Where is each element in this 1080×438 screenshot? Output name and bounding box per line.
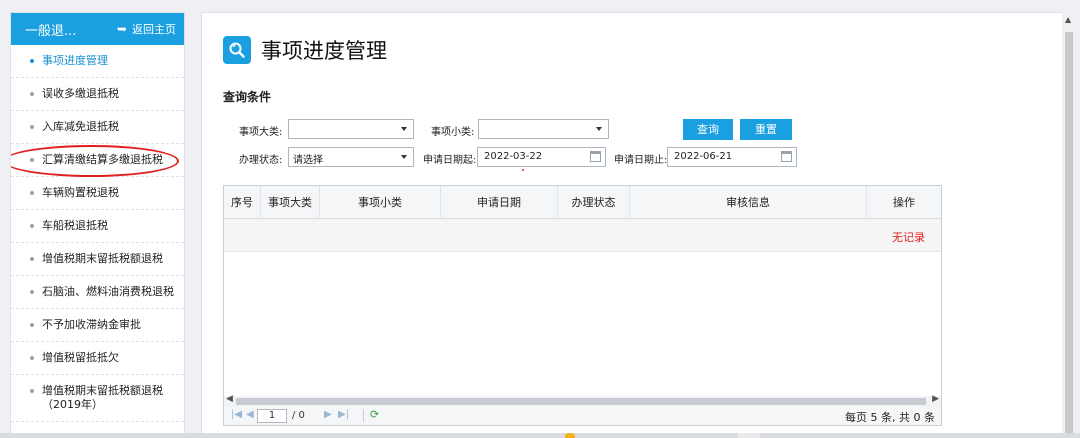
column-header-actions: 操作 (893, 196, 915, 209)
sidebar-item-vat-credit-refund[interactable]: 增值税期末留抵税额退税 (11, 243, 184, 276)
sidebar-item-vessel-tax-refund[interactable]: 车船税退抵税 (11, 210, 184, 243)
query-button[interactable]: 查询 (683, 119, 733, 140)
page-header: 事项进度管理 (223, 35, 387, 65)
page-number-input[interactable]: 1 (257, 409, 287, 423)
category-select[interactable] (288, 119, 414, 139)
bullet-icon (30, 92, 34, 96)
calendar-icon[interactable] (590, 151, 601, 162)
category-label: 事项大类: (239, 127, 283, 138)
date-from-label: 申请日期起: (423, 155, 477, 166)
scroll-up-icon[interactable]: ▲ (1065, 15, 1071, 24)
vertical-scrollbar[interactable]: ▲ (1062, 12, 1076, 438)
bullet-icon (30, 224, 34, 228)
subcategory-select[interactable] (478, 119, 609, 139)
horizontal-scrollbar[interactable]: ◀ ▶ (224, 394, 941, 407)
date-to-field[interactable]: 2022-06-21 (667, 147, 797, 167)
date-to-label: 申请日期止: (614, 155, 668, 166)
chevron-down-icon (401, 155, 407, 159)
status-label: 办理状态: (239, 155, 283, 166)
sidebar-item-label: 事项进度管理 (42, 54, 108, 67)
sidebar-item-vehicle-purchase-tax-refund[interactable]: 车辆购置税退税 (11, 177, 184, 210)
bullet-icon (30, 323, 34, 327)
sidebar-item-label: 车船税退抵税 (42, 219, 108, 232)
sidebar-item-annual-settlement-refund[interactable]: 汇算清缴结算多缴退抵税 (11, 144, 184, 177)
subcategory-label: 事项小类: (431, 127, 475, 138)
pagination-bar: |◀ ◀ 1 / 0 ▶ ▶| ⟳ 每页 5 条, 共 0 条 (224, 407, 941, 425)
back-arrow-icon: ➥ (116, 22, 127, 36)
sidebar-item-label: 增值税留抵抵欠 (42, 351, 119, 364)
bullet-icon (30, 257, 34, 261)
status-select-value: 请选择 (293, 155, 323, 166)
empty-row: 无记录 (224, 219, 941, 252)
required-marker (522, 169, 524, 171)
back-home-button[interactable]: ➥ 返回主页 (117, 21, 176, 37)
back-home-label: 返回主页 (132, 23, 176, 36)
sidebar-item-late-fee-exemption[interactable]: 不予加收滞纳金审批 (11, 309, 184, 342)
sidebar-item-vat-credit-offset[interactable]: 增值税留抵抵欠 (11, 342, 184, 375)
sidebar-item-fuel-consumption-tax-refund[interactable]: 石脑油、燃料油消费税退税 (11, 276, 184, 309)
bullet-icon (30, 158, 34, 162)
column-header-apply-date: 申请日期 (441, 186, 558, 219)
sidebar-item-label: 误收多缴退抵税 (42, 87, 119, 100)
query-section-label: 查询条件 (223, 90, 272, 104)
sidebar-item-label: 增值税期末留抵税额退税 (42, 252, 163, 265)
bullet-icon (30, 356, 34, 360)
sidebar-title: 一般退... (25, 23, 77, 39)
column-header-index: 序号 (224, 186, 261, 219)
sidebar-item-label: 入库减免退抵税 (42, 120, 119, 133)
column-header-review-info: 审核信息 (630, 186, 867, 219)
chevron-down-icon (596, 127, 602, 131)
search-icon (223, 36, 251, 64)
scrollbar-thumb[interactable] (1065, 32, 1073, 436)
sidebar-item-label: 不予加收滞纳金审批 (42, 318, 141, 331)
taskbar-app-icon[interactable] (565, 433, 575, 438)
sidebar-item-vat-credit-refund-2019[interactable]: 增值税期末留抵税额退税（2019年） (11, 375, 184, 422)
status-select[interactable]: 请选择 (288, 147, 414, 167)
date-to-value: 2022-06-21 (674, 151, 733, 162)
page-total: / 0 (292, 410, 305, 421)
table-header: 序号 事项大类 事项小类 申请日期 办理状态 审核信息 操作 (224, 186, 941, 219)
bullet-icon (30, 290, 34, 294)
sidebar-item-label: 增值税期末留抵税额退税（2019年） (42, 384, 163, 411)
reset-button[interactable]: 重置 (740, 119, 792, 140)
no-record-text: 无记录 (892, 231, 925, 244)
scroll-left-icon[interactable]: ◀ (226, 394, 233, 404)
column-header-category: 事项大类 (261, 186, 320, 219)
bullet-icon (30, 389, 34, 393)
calendar-icon[interactable] (781, 151, 792, 162)
sidebar-item-overpaid-refund[interactable]: 误收多缴退抵税 (11, 78, 184, 111)
bullet-icon (30, 125, 34, 129)
prev-page-icon[interactable]: ◀ (246, 409, 254, 420)
next-page-icon[interactable]: ▶ (324, 409, 332, 420)
sidebar-header: 一般退... ➥ 返回主页 (11, 13, 184, 45)
taskbar-strip (0, 433, 1080, 438)
sidebar-item-exemption-refund[interactable]: 入库减免退抵税 (11, 111, 184, 144)
page-title: 事项进度管理 (261, 39, 387, 63)
sidebar: 一般退... ➥ 返回主页 事项进度管理 误收多缴退抵税 入库减免退抵税 汇算清… (10, 12, 185, 438)
taskbar-app-icon[interactable] (738, 433, 760, 438)
scrollbar-thumb[interactable] (236, 398, 926, 405)
column-header-status: 办理状态 (558, 186, 630, 219)
first-page-icon[interactable]: |◀ (231, 409, 242, 420)
date-from-value: 2022-03-22 (484, 151, 543, 162)
date-from-field[interactable]: 2022-03-22 (477, 147, 606, 167)
sidebar-item-label: 汇算清缴结算多缴退抵税 (42, 153, 163, 166)
pager-divider (363, 409, 364, 422)
bullet-icon (30, 191, 34, 195)
results-table: 序号 事项大类 事项小类 申请日期 办理状态 审核信息 操作 无记录 ◀ ▶ |… (223, 185, 942, 426)
sidebar-item-label: 石脑油、燃料油消费税退税 (42, 285, 174, 298)
sidebar-menu: 事项进度管理 误收多缴退抵税 入库减免退抵税 汇算清缴结算多缴退抵税 车辆购置税… (11, 45, 184, 422)
refresh-icon[interactable]: ⟳ (370, 408, 379, 421)
last-page-icon[interactable]: ▶| (338, 409, 349, 420)
main-panel: 事项进度管理 查询条件 事项大类: 事项小类: 查询 重置 办理状态: 请选择 … (201, 12, 1065, 438)
chevron-down-icon (401, 127, 407, 131)
scroll-right-icon[interactable]: ▶ (932, 394, 939, 404)
bullet-icon (30, 59, 34, 63)
sidebar-item-progress-management[interactable]: 事项进度管理 (11, 45, 184, 78)
column-header-subcategory: 事项小类 (320, 186, 441, 219)
sidebar-item-label: 车辆购置税退税 (42, 186, 119, 199)
pager-info: 每页 5 条, 共 0 条 (845, 411, 935, 424)
